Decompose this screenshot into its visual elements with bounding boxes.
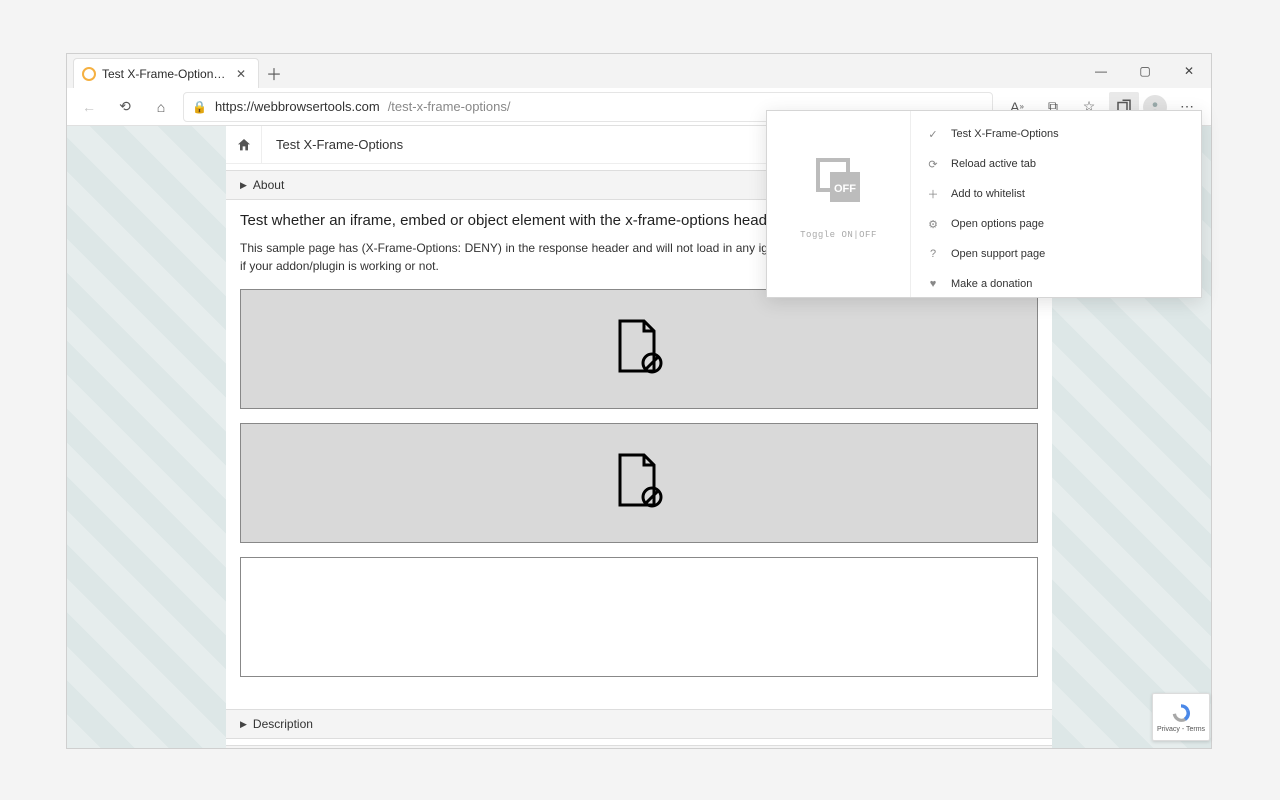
check-icon: ✓ [927, 128, 939, 141]
ext-item-reload[interactable]: ⟳ Reload active tab [911, 149, 1201, 179]
iframe-blocked-2 [240, 423, 1038, 543]
extension-menu: ✓ Test X-Frame-Options ⟳ Reload active t… [911, 111, 1201, 297]
extension-toggle-label: Toggle ON|OFF [800, 230, 877, 240]
breadcrumb-title: Test X-Frame-Options [262, 137, 417, 152]
section-description-label: Description [253, 717, 313, 731]
blocked-document-icon [614, 319, 664, 380]
ext-item-label: Make a donation [951, 278, 1032, 290]
recaptcha-badge[interactable]: Privacy - Terms [1152, 693, 1210, 741]
recaptcha-text: Privacy - Terms [1157, 726, 1205, 733]
heart-icon: ♥ [927, 278, 939, 290]
breadcrumb-home-button[interactable] [226, 126, 262, 163]
blocked-document-icon [614, 453, 664, 514]
tab-favicon-icon [82, 67, 96, 81]
extension-popup: OFF Toggle ON|OFF ✓ Test X-Frame-Options… [766, 110, 1202, 298]
iframe-blocked-1 [240, 289, 1038, 409]
new-tab-button[interactable]: ＋ [259, 58, 289, 88]
ext-item-label: Add to whitelist [951, 188, 1025, 200]
maximize-button[interactable]: ▢ [1123, 54, 1167, 88]
browser-tab[interactable]: Test X-Frame-Options :: WebBro… ✕ [73, 58, 259, 88]
ext-item-donate[interactable]: ♥ Make a donation [911, 269, 1201, 299]
minimize-button[interactable]: — [1079, 54, 1123, 88]
section-description[interactable]: ▶ Description [226, 709, 1052, 739]
ext-item-test[interactable]: ✓ Test X-Frame-Options [911, 119, 1201, 149]
extension-toggle-panel[interactable]: OFF Toggle ON|OFF [767, 111, 911, 297]
ext-item-options[interactable]: ⚙ Open options page [911, 209, 1201, 239]
section-about-label: About [253, 178, 284, 192]
url-path: /test-x-frame-options/ [388, 99, 511, 114]
svg-text:OFF: OFF [834, 183, 856, 195]
plus-icon: ＋ [927, 186, 939, 202]
refresh-button[interactable]: ⟲ [111, 93, 139, 121]
recaptcha-icon [1170, 702, 1192, 724]
ext-item-label: Open support page [951, 248, 1045, 260]
close-window-button[interactable]: ✕ [1167, 54, 1211, 88]
back-button[interactable]: ← [75, 93, 103, 121]
extension-off-icon: OFF [814, 158, 864, 206]
ext-item-whitelist[interactable]: ＋ Add to whitelist [911, 179, 1201, 209]
tab-close-button[interactable]: ✕ [234, 67, 248, 81]
ext-item-label: Test X-Frame-Options [951, 128, 1059, 140]
expand-icon: ▶ [240, 180, 247, 191]
tab-title: Test X-Frame-Options :: WebBro… [102, 67, 228, 81]
home-icon [236, 137, 252, 153]
ext-item-label: Open options page [951, 218, 1044, 230]
url-host: https://webbrowsertools.com [215, 99, 380, 114]
expand-icon: ▶ [240, 719, 247, 730]
reload-icon: ⟳ [927, 158, 939, 171]
lock-icon: 🔒 [192, 100, 207, 114]
home-button[interactable]: ⌂ [147, 93, 175, 121]
titlebar: Test X-Frame-Options :: WebBro… ✕ ＋ — ▢ … [67, 54, 1211, 88]
gear-icon: ⚙ [927, 218, 939, 231]
window-controls: — ▢ ✕ [1079, 54, 1211, 88]
section-comments[interactable]: ▶ Comments and feedback [226, 745, 1052, 748]
ext-item-label: Reload active tab [951, 158, 1036, 170]
question-icon: ? [927, 248, 939, 260]
iframe-empty [240, 557, 1038, 677]
ext-item-support[interactable]: ? Open support page [911, 239, 1201, 269]
